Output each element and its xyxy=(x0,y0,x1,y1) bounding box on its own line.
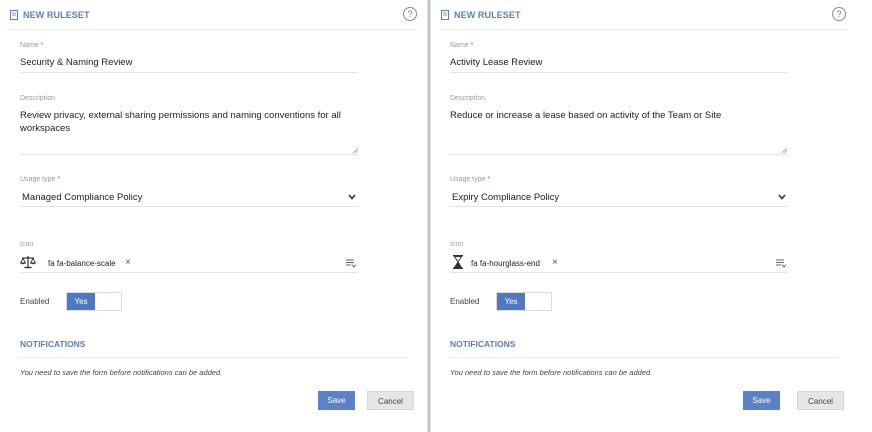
chevron-down-icon[interactable] xyxy=(348,194,356,200)
help-icon[interactable]: ? xyxy=(403,7,417,21)
usage-type-select[interactable]: Expiry Compliance Policy xyxy=(452,192,559,203)
panel-title: NEW RULESET xyxy=(23,10,90,20)
name-input-underline xyxy=(450,72,788,73)
enabled-label: Enabled xyxy=(20,297,50,306)
icon-label: Icon xyxy=(450,241,464,248)
ruleset-panel-left: NEW RULESET ? Name * Security & Naming R… xyxy=(0,0,427,432)
notifications-divider xyxy=(450,357,838,358)
cancel-button[interactable]: Cancel xyxy=(367,391,414,410)
toggle-on-state: Yes xyxy=(497,293,525,310)
icon-underline xyxy=(20,272,358,273)
enabled-toggle[interactable]: Yes xyxy=(66,292,122,311)
chevron-down-icon[interactable] xyxy=(778,194,786,200)
notifications-title: NOTIFICATIONS xyxy=(20,339,86,349)
required-mark: * xyxy=(470,42,474,49)
header-divider xyxy=(441,29,848,30)
save-button[interactable]: Save xyxy=(318,391,355,410)
name-input[interactable]: Activity Lease Review xyxy=(450,57,542,68)
name-label: Name * xyxy=(450,42,474,49)
notifications-note: You need to save the form before notific… xyxy=(20,368,223,377)
header-divider xyxy=(10,29,417,30)
icon-value: fa fa-hourglass-end xyxy=(471,259,540,268)
document-edit-icon xyxy=(441,10,449,20)
resize-grip-icon[interactable] xyxy=(781,147,787,153)
resize-grip-icon[interactable] xyxy=(352,147,358,153)
icon-value: fa fa-balance-scale xyxy=(48,259,116,268)
cancel-button[interactable]: Cancel xyxy=(797,391,844,410)
description-underline xyxy=(450,154,788,155)
notifications-title: NOTIFICATIONS xyxy=(450,339,516,349)
notifications-note: You need to save the form before notific… xyxy=(450,368,653,377)
description-textarea[interactable]: Reduce or increase a lease based on acti… xyxy=(450,109,790,122)
help-icon[interactable]: ? xyxy=(832,7,846,21)
clear-icon-button[interactable]: × xyxy=(125,258,131,268)
hourglass-end-icon xyxy=(453,255,463,269)
panel-title: NEW RULESET xyxy=(454,10,521,20)
required-mark: * xyxy=(40,42,44,49)
icon-picker-icon[interactable] xyxy=(346,258,356,268)
usage-type-underline xyxy=(20,206,358,207)
usage-type-underline xyxy=(450,206,788,207)
name-input[interactable]: Security & Naming Review xyxy=(20,57,132,68)
panel-header: NEW RULESET xyxy=(10,4,90,26)
toggle-on-state: Yes xyxy=(67,293,95,310)
icon-picker-icon[interactable] xyxy=(776,258,786,268)
icon-label: Icon xyxy=(20,241,34,248)
usage-type-label: Usage type * xyxy=(20,176,61,183)
description-textarea[interactable]: Review privacy, external sharing permiss… xyxy=(20,109,360,135)
panel-header: NEW RULESET xyxy=(441,4,521,26)
enabled-label: Enabled xyxy=(450,297,480,306)
save-button[interactable]: Save xyxy=(743,391,780,410)
ruleset-panel-right: NEW RULESET ? Name * Activity Lease Revi… xyxy=(431,0,872,432)
name-input-underline xyxy=(20,72,358,73)
description-underline xyxy=(20,154,358,155)
usage-type-label: Usage type * xyxy=(450,176,491,183)
icon-underline xyxy=(450,272,788,273)
clear-icon-button[interactable]: × xyxy=(552,258,558,268)
description-label: Description xyxy=(450,95,486,102)
notifications-divider xyxy=(20,357,408,358)
usage-type-select[interactable]: Managed Compliance Policy xyxy=(22,192,142,203)
balance-scale-icon xyxy=(20,256,36,269)
name-label: Name * xyxy=(20,42,44,49)
document-edit-icon xyxy=(10,10,18,20)
description-label: Description xyxy=(20,95,56,102)
enabled-toggle[interactable]: Yes xyxy=(496,292,552,311)
